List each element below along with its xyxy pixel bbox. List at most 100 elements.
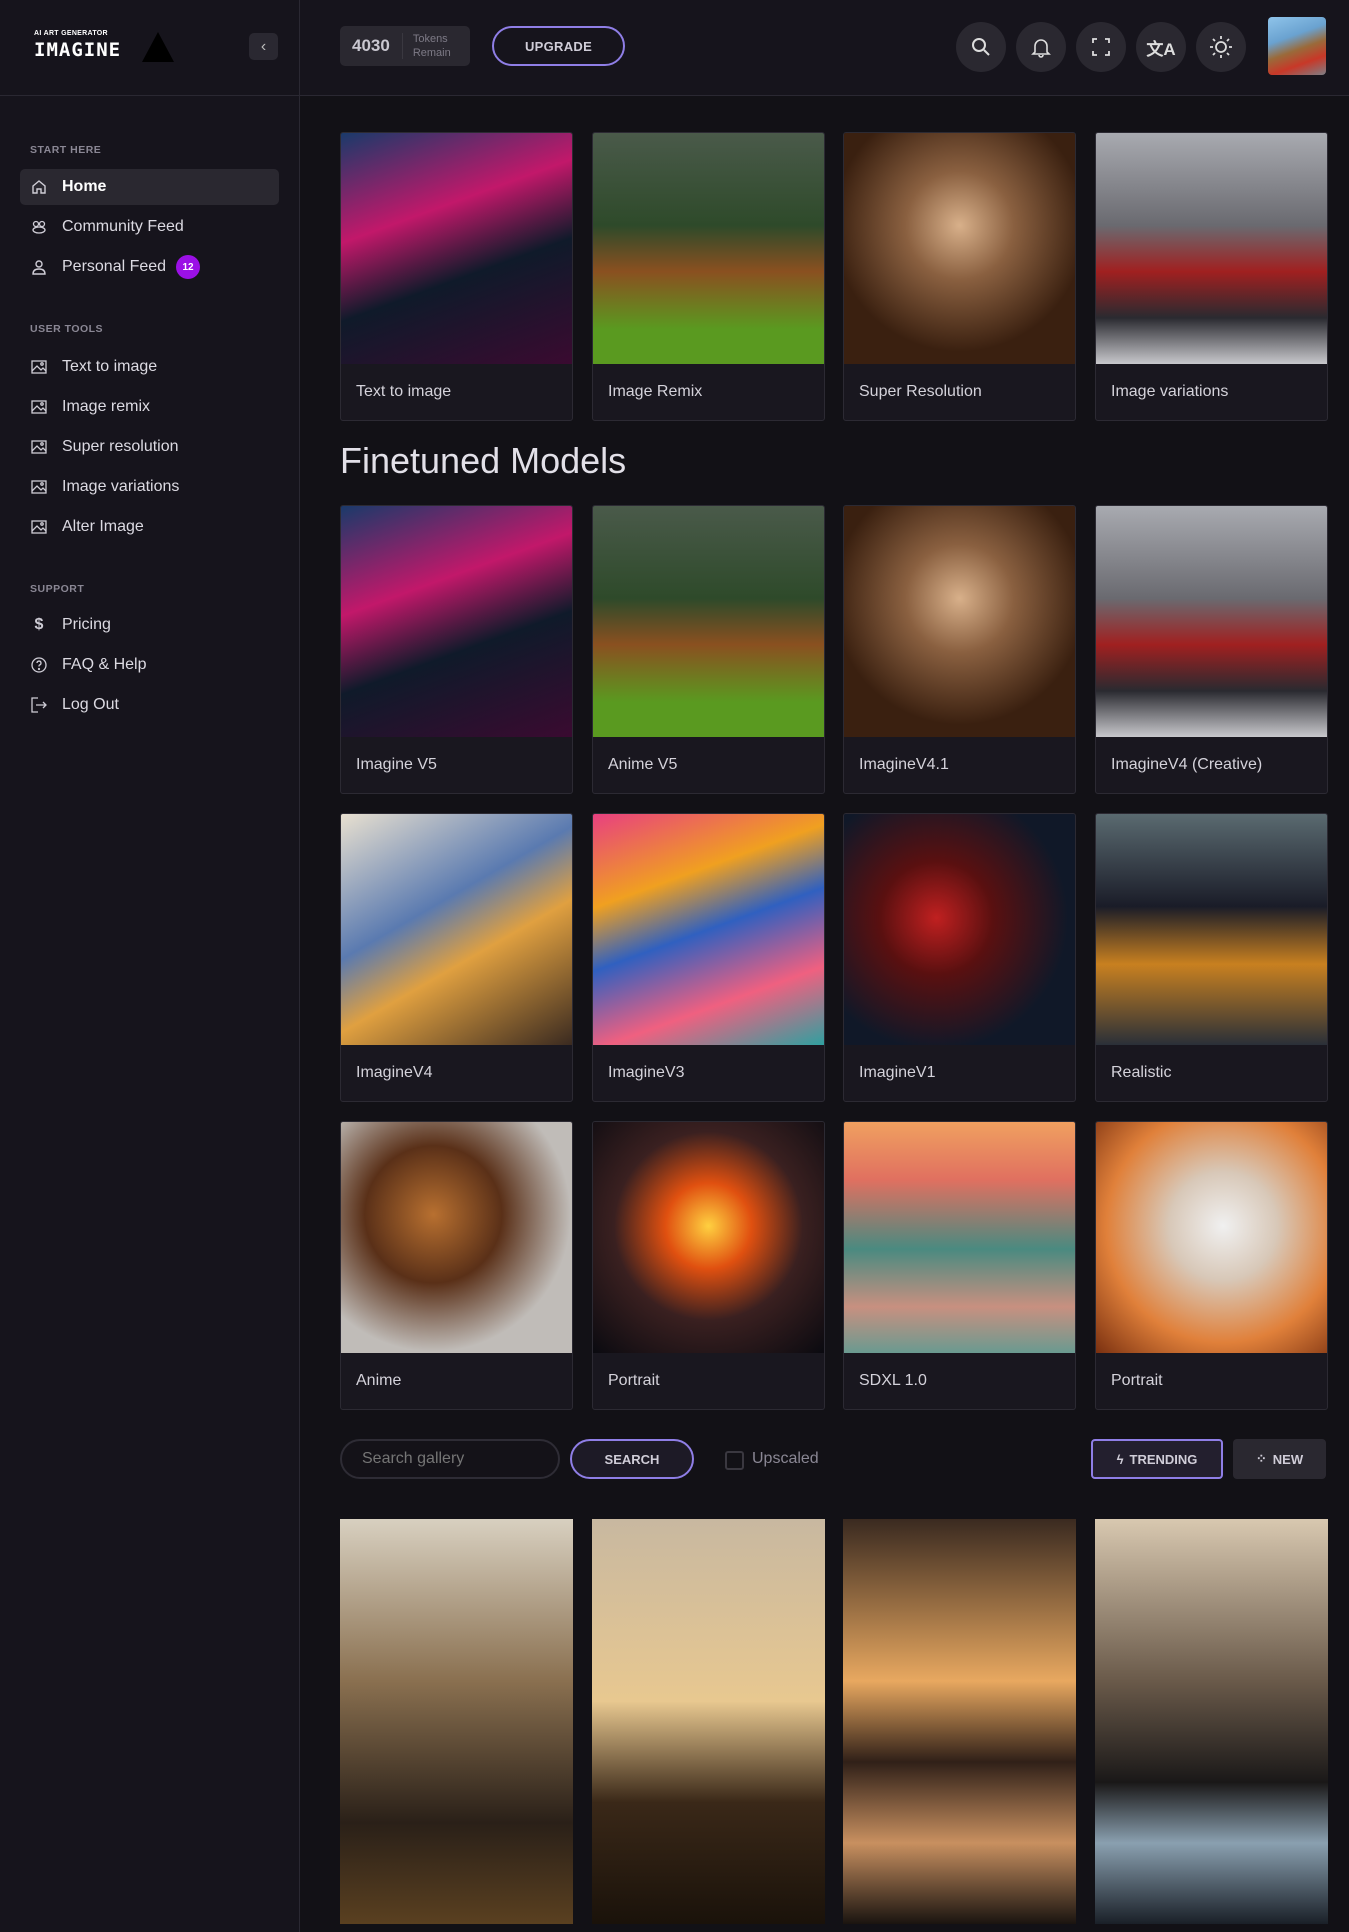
model-name: ImagineV4 (Creative) — [1111, 756, 1263, 773]
avatar[interactable] — [1268, 17, 1326, 75]
sidebar-item-faq-help[interactable]: FAQ & Help — [20, 647, 279, 683]
upscaled-checkbox[interactable] — [725, 1451, 744, 1470]
tool-card-image-variations[interactable]: Image variations — [1095, 132, 1328, 421]
tool-card-super-resolution[interactable]: Super Resolution — [843, 132, 1076, 421]
sidebar-item-home[interactable]: Home — [20, 169, 279, 205]
gallery-image[interactable] — [592, 1519, 825, 1924]
user-icon — [30, 258, 48, 276]
card-image — [1096, 1122, 1327, 1353]
section-title: SUPPORT — [30, 583, 85, 595]
image-icon — [30, 518, 48, 536]
notifications-button[interactable] — [1016, 22, 1066, 72]
image-icon — [30, 478, 48, 496]
gallery-image[interactable] — [1095, 1519, 1328, 1924]
search-button[interactable]: SEARCH — [570, 1439, 694, 1479]
sidebar: AI ART GENERATOR IMAGINE ‹ START HERE Ho… — [0, 0, 300, 1932]
model-card[interactable]: Portrait — [592, 1121, 825, 1410]
card-image — [341, 814, 572, 1045]
token-counter: 4030 Tokens Remain — [340, 26, 470, 66]
divider — [0, 95, 300, 96]
card-image — [341, 1122, 572, 1353]
theme-toggle-button[interactable] — [1196, 22, 1246, 72]
sparkle-icon: ⁘ — [1255, 1451, 1267, 1466]
top-header: 4030 Tokens Remain UPGRADE 文A — [300, 0, 1349, 96]
card-image — [844, 506, 1075, 737]
notification-badge: 12 — [176, 255, 201, 279]
model-name: SDXL 1.0 — [859, 1372, 927, 1389]
logout-icon — [30, 696, 48, 714]
model-name: ImagineV4 — [356, 1064, 433, 1081]
model-card[interactable]: Imagine V5 — [340, 505, 573, 794]
help-icon — [30, 656, 48, 674]
gallery-image[interactable] — [843, 1519, 1076, 1924]
tool-card-text-to-image[interactable]: Text to image — [340, 132, 573, 421]
sidebar-item-image-variations[interactable]: Image variations — [20, 469, 279, 505]
model-name: Portrait — [1111, 1372, 1163, 1389]
search-button[interactable] — [956, 22, 1006, 72]
upscaled-label: Upscaled — [752, 1450, 819, 1467]
gallery-image[interactable] — [340, 1519, 573, 1924]
model-name: ImagineV1 — [859, 1064, 936, 1081]
translate-icon: 文A — [1146, 39, 1176, 59]
sidebar-item-log-out[interactable]: Log Out — [20, 687, 279, 723]
fullscreen-button[interactable] — [1076, 22, 1126, 72]
model-card[interactable]: ImagineV4 (Creative) — [1095, 505, 1328, 794]
card-image — [341, 506, 572, 737]
lightning-icon: ϟ — [1116, 1451, 1124, 1467]
card-image — [341, 133, 572, 364]
model-card[interactable]: Realistic — [1095, 813, 1328, 1102]
logo-mark — [142, 32, 174, 62]
model-name: ImagineV3 — [608, 1064, 685, 1081]
section-title: USER TOOLS — [30, 323, 104, 335]
model-card[interactable]: ImagineV3 — [592, 813, 825, 1102]
trending-tab[interactable]: ϟ TRENDING — [1091, 1439, 1223, 1479]
model-card[interactable]: Anime — [340, 1121, 573, 1410]
sidebar-item-image-remix[interactable]: Image remix — [20, 389, 279, 425]
card-image — [844, 814, 1075, 1045]
card-image — [1096, 506, 1327, 737]
model-name: Portrait — [608, 1372, 660, 1389]
sidebar-item-text-to-image[interactable]: Text to image — [20, 349, 279, 385]
sidebar-item-pricing[interactable]: $ Pricing — [20, 607, 279, 643]
model-name: ImagineV4.1 — [859, 756, 949, 773]
sidebar-item-community-feed[interactable]: Community Feed — [20, 209, 279, 245]
logo[interactable]: AI ART GENERATOR IMAGINE — [34, 30, 184, 64]
bell-icon — [1031, 39, 1051, 58]
search-gallery-input[interactable] — [340, 1439, 560, 1479]
section-heading: Finetuned Models — [340, 440, 627, 481]
card-image — [593, 1122, 824, 1353]
model-name: Anime — [356, 1372, 402, 1389]
search-icon — [972, 38, 990, 56]
model-card[interactable]: ImagineV4.1 — [843, 505, 1076, 794]
card-image — [844, 1122, 1075, 1353]
fullscreen-icon — [1092, 38, 1110, 56]
collapse-sidebar-button[interactable]: ‹ — [249, 33, 278, 60]
image-icon — [30, 358, 48, 376]
card-image — [593, 814, 824, 1045]
new-tab[interactable]: ⁘ NEW — [1233, 1439, 1326, 1479]
community-icon — [30, 218, 48, 236]
image-icon — [30, 398, 48, 416]
language-button[interactable]: 文A — [1136, 22, 1186, 72]
image-icon — [30, 438, 48, 456]
card-image — [844, 133, 1075, 364]
model-card[interactable]: Anime V5 — [592, 505, 825, 794]
model-card[interactable]: SDXL 1.0 — [843, 1121, 1076, 1410]
chevron-left-icon: ‹ — [260, 38, 267, 55]
model-card[interactable]: ImagineV4 — [340, 813, 573, 1102]
card-image — [1096, 814, 1327, 1045]
card-image — [593, 133, 824, 364]
sun-icon — [1210, 36, 1232, 58]
sidebar-item-alter-image[interactable]: Alter Image — [20, 509, 279, 545]
tool-card-image-remix[interactable]: Image Remix — [592, 132, 825, 421]
model-name: Imagine V5 — [356, 756, 437, 773]
dollar-icon: $ — [34, 616, 44, 633]
card-image — [1096, 133, 1327, 364]
upgrade-button[interactable]: UPGRADE — [492, 26, 625, 66]
model-card[interactable]: ImagineV1 — [843, 813, 1076, 1102]
sidebar-item-personal-feed[interactable]: Personal Feed 12 — [20, 249, 279, 285]
sidebar-item-super-resolution[interactable]: Super resolution — [20, 429, 279, 465]
model-card[interactable]: Portrait — [1095, 1121, 1328, 1410]
card-image — [593, 506, 824, 737]
model-name: Anime V5 — [608, 756, 678, 773]
